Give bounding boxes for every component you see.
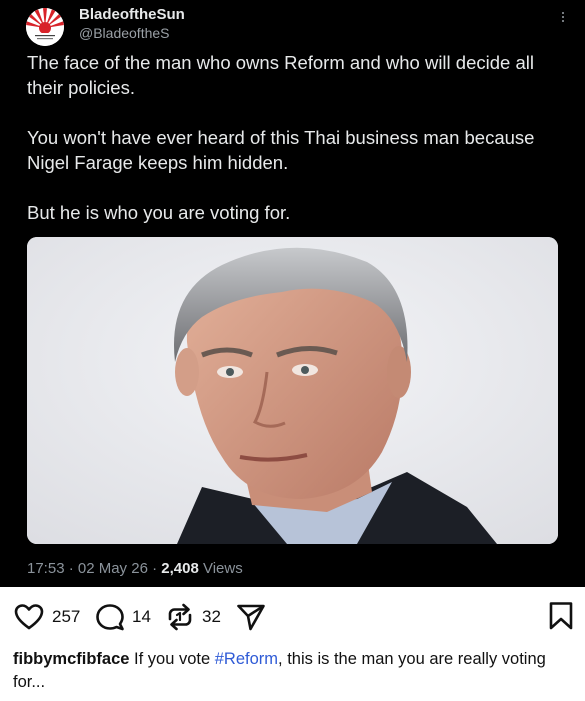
post-action-bar: 257 14 32 <box>14 599 574 635</box>
display-name[interactable]: BladeoftheSun <box>79 6 185 23</box>
tweet-paragraph: The face of the man who owns Reform and … <box>27 52 534 98</box>
comment-button[interactable]: 14 <box>96 599 151 635</box>
bookmark-icon <box>549 602 573 630</box>
views-count: 2,408 <box>161 560 199 577</box>
send-icon <box>237 604 265 631</box>
repost-button[interactable]: 32 <box>166 599 221 635</box>
tweet-text: The face of the man who owns Reform and … <box>27 50 557 250</box>
heart-icon <box>14 604 44 630</box>
embedded-tweet-card: BladeoftheSun @BladeoftheS The face of t… <box>0 0 585 587</box>
tweet-paragraph: But he is who you are voting for. <box>27 202 291 223</box>
more-options-icon[interactable] <box>562 12 565 24</box>
timestamp: 17:53 · 02 May 26 · <box>27 560 162 577</box>
repost-icon <box>168 603 192 631</box>
hashtag-link[interactable]: #Reform <box>215 650 278 668</box>
likes-count: 257 <box>52 607 81 626</box>
tweet-paragraph: You won't have ever heard of this Thai b… <box>27 127 535 173</box>
save-button[interactable] <box>548 601 574 636</box>
reposts-count: 32 <box>202 607 221 626</box>
man-portrait-image <box>27 237 558 544</box>
comments-count: 14 <box>132 607 151 626</box>
tweet-photo[interactable] <box>27 237 558 544</box>
views-label: Views <box>198 560 243 577</box>
post-caption: fibbymcfibface If you vote #Reform, this… <box>13 648 553 694</box>
caption-text: If you vote <box>129 650 215 668</box>
comment-icon <box>96 604 124 631</box>
share-button[interactable] <box>236 599 266 635</box>
user-handle[interactable]: @BladeoftheS <box>79 25 170 41</box>
caption-username[interactable]: fibbymcfibface <box>13 650 129 668</box>
avatar[interactable] <box>26 8 64 46</box>
rising-sun-logo-icon <box>26 8 64 46</box>
tweet-timestamp-views: 17:53 · 02 May 26 · 2,408 Views <box>27 560 243 577</box>
like-button[interactable]: 257 <box>14 599 80 635</box>
